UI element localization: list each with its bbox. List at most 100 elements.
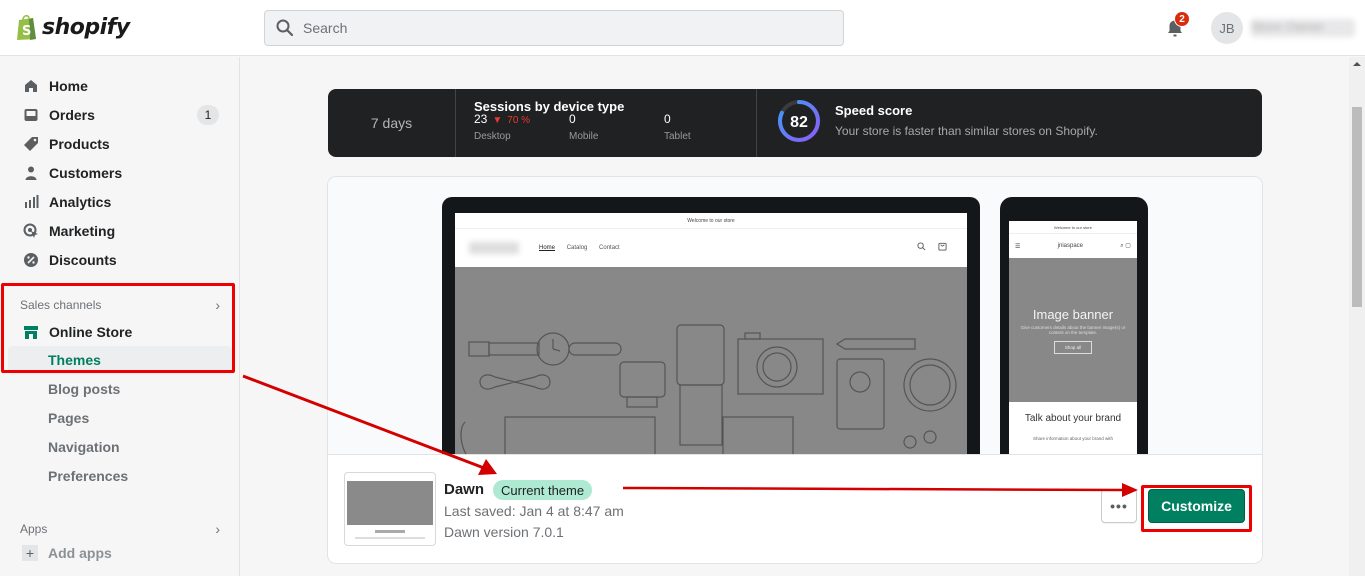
shopify-bag-icon: S <box>17 14 36 40</box>
store-nav-catalog: Catalog <box>566 245 588 251</box>
desktop-value: 23 <box>474 112 488 126</box>
mobile-store-name: jniaspace <box>1057 243 1084 249</box>
hero-image <box>455 267 967 454</box>
sidebar-item-analytics[interactable]: Analytics <box>8 188 232 216</box>
sidebar-subitem-pages[interactable]: Pages <box>8 404 232 432</box>
search-input[interactable] <box>303 20 803 36</box>
banner-shop-all-button: Shop all <box>1053 340 1093 354</box>
target-icon <box>22 222 40 240</box>
avatar[interactable]: JB <box>1211 12 1243 44</box>
apps-label: Apps <box>20 522 48 536</box>
notification-count-badge: 2 <box>1174 11 1190 27</box>
person-icon <box>22 164 40 182</box>
orders-count-badge: 1 <box>197 105 219 125</box>
sidebar-item-label: Orders <box>49 107 95 123</box>
mobile-preview: Welcome to our store ☰ jniaspace ⌕ ▢ Ima… <box>1000 197 1148 454</box>
mobile-image-banner: Image banner Give customers details abou… <box>1009 258 1137 402</box>
orders-icon <box>22 106 40 124</box>
mobile-header-icons: ⌕ ▢ <box>1120 243 1131 249</box>
store-header: Home Catalog Contact <box>455 229 967 267</box>
desktop-preview-screen: Welcome to our store Home Catalog Contac… <box>455 213 967 454</box>
more-actions-button[interactable]: ••• <box>1101 489 1137 523</box>
desktop-preview: Welcome to our store Home Catalog Contac… <box>442 197 980 454</box>
theme-preview[interactable]: Welcome to our store Home Catalog Contac… <box>328 177 1262 455</box>
trend-down-icon: ▼ <box>492 115 503 126</box>
scrollbar-thumb[interactable] <box>1352 107 1362 307</box>
mobile-store-header: ☰ jniaspace ⌕ ▢ <box>1009 234 1137 258</box>
mobile-preview-screen: Welcome to our store ☰ jniaspace ⌕ ▢ Ima… <box>1009 221 1137 454</box>
hamburger-menu-icon: ☰ <box>1015 243 1021 250</box>
theme-info: Dawn Current theme Last saved: Jan 4 at … <box>328 456 1262 563</box>
store-nav-contact: Contact <box>599 245 620 251</box>
sidebar-item-marketing[interactable]: Marketing <box>8 217 232 245</box>
tablet-label: Tablet <box>664 131 691 142</box>
store-logo <box>469 242 519 254</box>
sidebar-subitem-blog-posts[interactable]: Blog posts <box>8 375 232 403</box>
plus-icon: + <box>22 545 38 561</box>
sidebar-item-online-store[interactable]: Online Store <box>8 318 232 346</box>
tag-icon <box>22 135 40 153</box>
divider <box>756 89 757 157</box>
search-icon <box>917 242 926 251</box>
mobile-announcement-bar: Welcome to our store <box>1009 221 1137 234</box>
sidebar-item-label: Home <box>49 78 88 94</box>
discount-icon <box>22 251 40 269</box>
desktop-sessions: 23 ▼ 70 % <box>474 112 530 126</box>
brand-name: shopify <box>42 14 130 40</box>
mobile-value: 0 <box>569 112 576 126</box>
store-name[interactable]: Store Owner <box>1251 19 1355 37</box>
chevron-right-icon: › <box>215 521 220 537</box>
last-saved: Last saved: Jan 4 at 8:47 am <box>444 503 624 519</box>
speed-score-gauge[interactable]: 82 <box>776 98 822 144</box>
scroll-up-arrow-icon[interactable] <box>1353 62 1361 66</box>
store-nav: Home Catalog Contact <box>539 245 630 251</box>
search-bar[interactable] <box>264 10 844 46</box>
add-apps-button[interactable]: + Add apps <box>22 545 112 561</box>
sidebar-item-label: Discounts <box>49 252 117 268</box>
mobile-brand-section: Talk about your brand Share information … <box>1009 402 1137 446</box>
theme-version: Dawn version 7.0.1 <box>444 524 564 540</box>
speed-description: Your store is faster than similar stores… <box>835 124 1098 138</box>
stats-bar: 7 days Sessions by device type 23 ▼ 70 % D… <box>328 89 1262 157</box>
desktop-trend: 70 % <box>507 115 531 126</box>
sidebar-item-label: Marketing <box>49 223 116 239</box>
sales-channels-header[interactable]: Sales channels › <box>20 297 220 313</box>
svg-text:S: S <box>22 24 31 39</box>
shopify-logo[interactable]: S shopify <box>16 13 130 41</box>
banner-title: Image banner <box>1032 306 1114 322</box>
cart-icon <box>938 242 947 251</box>
sales-channels-label: Sales channels <box>20 298 102 312</box>
sidebar-subitem-preferences[interactable]: Preferences <box>8 462 232 490</box>
period-selector[interactable]: 7 days <box>328 89 456 157</box>
sidebar-item-products[interactable]: Products <box>8 130 232 158</box>
page-scrollbar[interactable] <box>1349 57 1365 576</box>
tablet-value: 0 <box>664 112 671 126</box>
sidebar-subitem-themes[interactable]: Themes <box>8 346 232 374</box>
speed-title: Speed score <box>835 103 913 118</box>
mobile-label: Mobile <box>569 131 599 142</box>
sidebar-item-orders[interactable]: Orders 1 <box>8 101 232 129</box>
sidebar-item-label: Analytics <box>49 194 112 210</box>
sidebar-subitem-navigation[interactable]: Navigation <box>8 433 232 461</box>
product-illustration <box>460 324 957 454</box>
apps-header[interactable]: Apps › <box>20 521 220 537</box>
chevron-right-icon: › <box>215 297 220 313</box>
add-apps-label: Add apps <box>48 545 112 561</box>
current-theme-badge: Current theme <box>493 480 593 500</box>
speed-score-value: 82 <box>790 114 808 131</box>
store-header-icons <box>917 242 947 251</box>
store-nav-home: Home <box>539 245 556 251</box>
brand-text: Share information about your brand with <box>1032 436 1114 441</box>
theme-card: Welcome to our store Home Catalog Contac… <box>328 177 1262 563</box>
store-icon <box>22 323 40 341</box>
customize-button[interactable]: Customize <box>1148 489 1245 523</box>
search-icon <box>276 19 294 37</box>
sidebar: Home Orders 1 Products Customers Analyti… <box>0 57 240 576</box>
sidebar-item-home[interactable]: Home <box>8 72 232 100</box>
home-icon <box>22 77 40 95</box>
sidebar-item-discounts[interactable]: Discounts <box>8 246 232 274</box>
sidebar-item-customers[interactable]: Customers <box>8 159 232 187</box>
bar-chart-icon <box>22 193 40 211</box>
brand-heading: Talk about your brand <box>1024 413 1122 424</box>
theme-name: Dawn <box>444 481 485 498</box>
